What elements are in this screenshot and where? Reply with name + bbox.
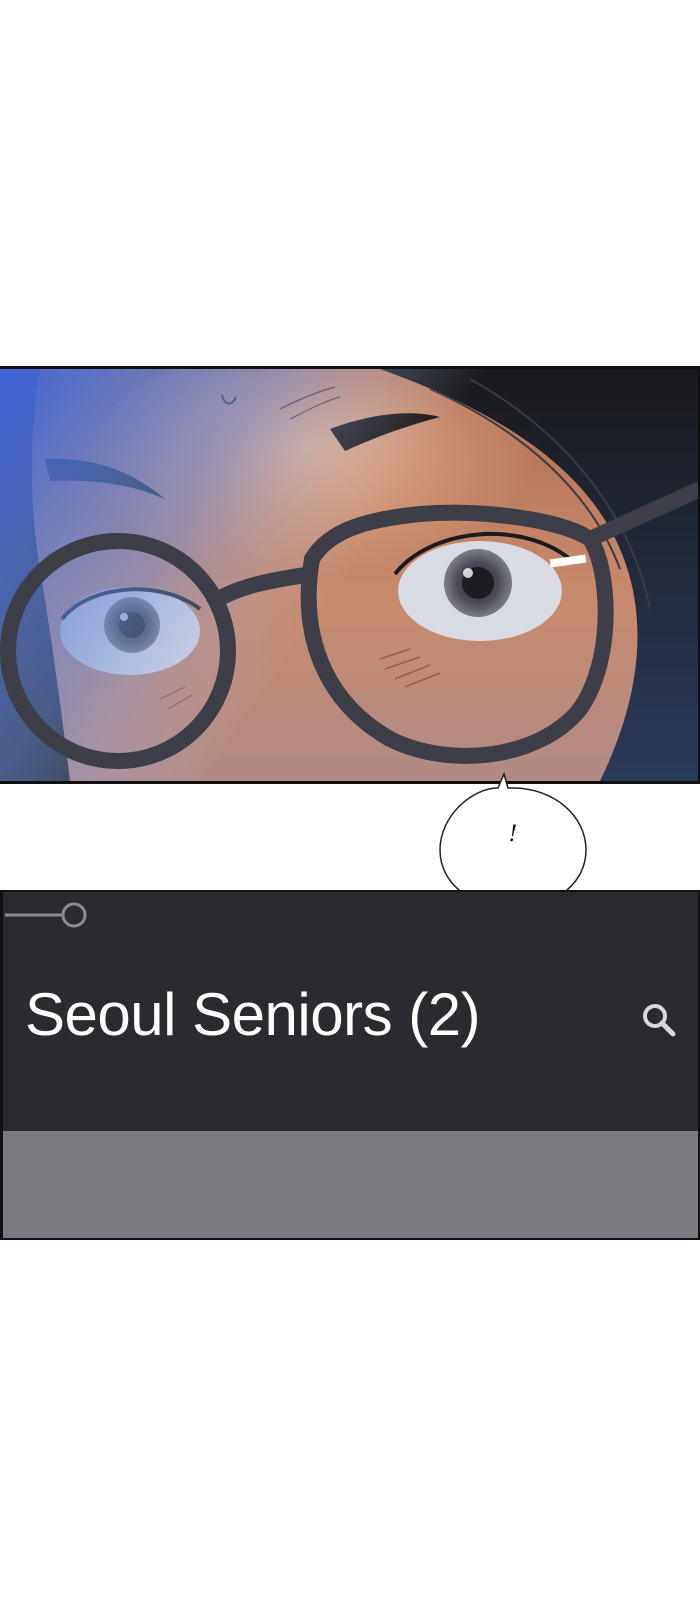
chat-room-title: Seoul Seniors (2): [25, 981, 481, 1048]
speech-bubble-text: !: [508, 822, 518, 847]
chat-body: [3, 1131, 698, 1238]
search-icon[interactable]: [639, 1000, 679, 1040]
eyes-closeup-panel: [0, 366, 700, 784]
eyes-illustration: [0, 369, 698, 781]
speech-bubble: !: [436, 768, 590, 910]
chat-header: Seoul Seniors (2): [3, 892, 698, 1131]
back-slider-icon[interactable]: [5, 900, 87, 930]
phone-screen-panel: Seoul Seniors (2): [0, 890, 700, 1240]
